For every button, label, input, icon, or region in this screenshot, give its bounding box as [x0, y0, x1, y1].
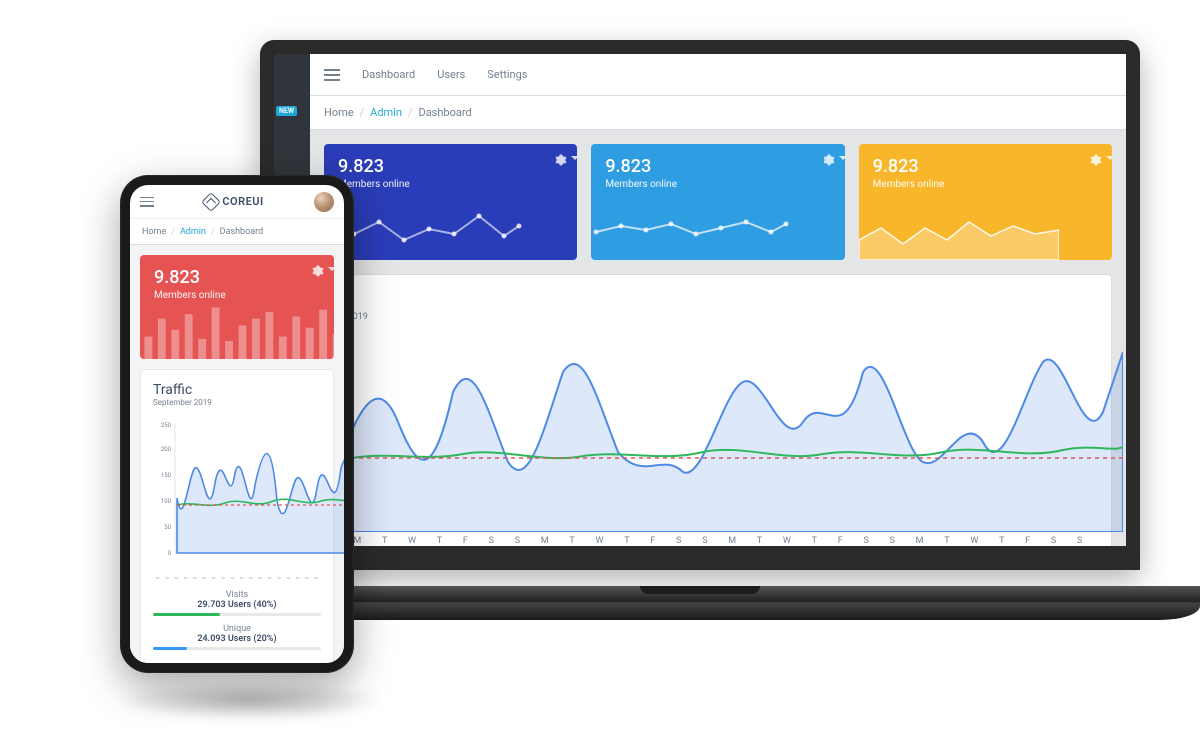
chevron-down-icon[interactable]	[571, 156, 577, 160]
gear-icon[interactable]	[555, 154, 567, 166]
traffic-stat-label: Visits	[153, 590, 321, 600]
stat-label: Members online	[873, 179, 1098, 190]
gear-icon[interactable]	[312, 265, 324, 277]
brand-text: COREUI	[222, 195, 263, 208]
sparkline-red	[140, 303, 334, 359]
nav-settings[interactable]: Settings	[487, 68, 527, 81]
stat-value: 9.823	[605, 156, 830, 177]
traffic-subtitle: September 2019	[153, 398, 321, 407]
stat-value: 9.823	[154, 267, 320, 288]
hamburger-menu-button[interactable]	[140, 197, 154, 207]
chevron-down-icon[interactable]	[839, 156, 845, 160]
traffic-title: Traffic	[153, 382, 321, 398]
sparkline-blue	[324, 204, 524, 260]
traffic-panel: c · 2019 MTWTFSSMTWTFSSMTWTFSSMTWTFSS	[324, 274, 1112, 546]
traffic-x-axis-mobile: ~~~~~~~~~~~~~~~~~~	[153, 573, 321, 582]
breadcrumb-current: Dashboard	[418, 106, 471, 119]
traffic-stat-label: Unique	[153, 624, 321, 634]
stat-card-blue: 9.823 Members online	[324, 144, 577, 260]
traffic-title: c	[343, 291, 1093, 310]
svg-text:200: 200	[161, 446, 172, 453]
traffic-subtitle: · 2019	[343, 312, 1093, 322]
stat-card-orange: 9.823 Members online	[859, 144, 1112, 260]
svg-text:0: 0	[168, 550, 172, 557]
traffic-stat: Unique 24.093 Users (20%)	[153, 624, 321, 650]
traffic-stat-value: 24.093 Users (20%)	[153, 634, 321, 644]
breadcrumb-admin[interactable]: Admin	[370, 106, 402, 119]
svg-text:250: 250	[161, 422, 172, 429]
gear-icon[interactable]	[823, 154, 835, 166]
brand-logo: COREUI	[204, 195, 263, 209]
traffic-x-axis: MTWTFSSMTWTFSSMTWTFSSMTWTFSS	[343, 532, 1093, 546]
breadcrumb: Home / Admin / Dashboard	[310, 96, 1126, 130]
new-badge: NEW	[276, 106, 297, 116]
svg-text:150: 150	[161, 472, 172, 479]
stat-value: 9.823	[873, 156, 1098, 177]
phone-device: COREUI Home / Admin / Dashboard 9.823 Me…	[120, 175, 354, 673]
traffic-stat: Visits 29.703 Users (40%)	[153, 590, 321, 616]
breadcrumb-current: Dashboard	[220, 227, 264, 237]
stat-cards-row: 9.823 Members online 9.823	[324, 144, 1112, 260]
stat-value: 9.823	[338, 156, 563, 177]
stat-label: Members online	[605, 179, 830, 190]
traffic-stat-value: 29.703 Users (40%)	[153, 600, 321, 610]
hamburger-menu-button[interactable]	[324, 69, 340, 81]
stat-label: Members online	[154, 290, 320, 301]
avatar[interactable]	[314, 192, 334, 212]
laptop-screen: NEW Dashboard Users Settings Home / Admi…	[260, 40, 1140, 570]
sparkline-cyan	[591, 204, 791, 260]
phone-topbar: COREUI	[130, 185, 344, 219]
svg-text:100: 100	[161, 498, 172, 505]
gear-icon[interactable]	[1090, 154, 1102, 166]
stat-label: Members online	[338, 179, 563, 190]
svg-text:50: 50	[164, 524, 171, 531]
sparkline-orange	[859, 204, 1059, 260]
breadcrumb: Home / Admin / Dashboard	[130, 219, 344, 245]
laptop-device: NEW Dashboard Users Settings Home / Admi…	[260, 40, 1140, 620]
logo-icon	[201, 192, 221, 212]
breadcrumb-admin[interactable]: Admin	[180, 227, 206, 237]
phone-screen: COREUI Home / Admin / Dashboard 9.823 Me…	[130, 185, 344, 663]
traffic-chart	[343, 332, 1123, 532]
stat-card-cyan: 9.823 Members online	[591, 144, 844, 260]
breadcrumb-home[interactable]: Home	[324, 106, 354, 119]
breadcrumb-home[interactable]: Home	[142, 227, 166, 237]
nav-dashboard[interactable]: Dashboard	[362, 68, 415, 81]
traffic-chart-mobile: 0 50 100 150 200 250	[153, 413, 344, 573]
traffic-stats: Visits 29.703 Users (40%) Unique 24.093 …	[153, 590, 321, 650]
traffic-panel: Traffic September 2019 0 50 100 150 200 250	[140, 369, 334, 663]
nav-users[interactable]: Users	[437, 68, 465, 81]
stat-card-red: 9.823 Members online	[140, 255, 334, 359]
chevron-down-icon[interactable]	[1106, 156, 1112, 160]
laptop-topbar: Dashboard Users Settings	[310, 54, 1126, 96]
phone-shadow	[115, 680, 385, 720]
chevron-down-icon[interactable]	[328, 267, 334, 271]
